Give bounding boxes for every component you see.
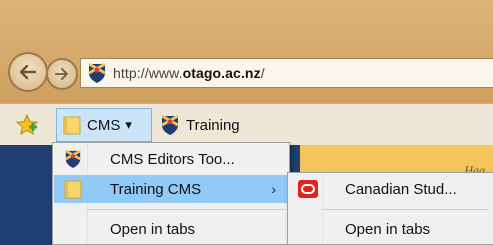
otago-crest-icon [161,114,179,135]
cms-folder-menu: CMS Editors Too... Training CMS › Open i… [52,142,290,245]
menu-item-label: CMS Editors Too... [110,150,235,168]
menu-item-label: Open in tabs [110,220,196,238]
browser-chrome: http://www.otago.ac.nz/ CMS ▾ Training [0,0,493,148]
oracle-logo-icon [297,178,319,200]
menu-separator [322,209,489,210]
folder-icon [62,178,84,200]
url-text: http://www.otago.ac.nz/ [113,65,265,81]
forward-button[interactable] [46,58,78,90]
folder-icon [63,116,81,135]
back-arrow-icon [19,64,37,80]
menu-item-canadian-studies[interactable]: Canadian Stud... [289,175,492,203]
training-cms-submenu: Canadian Stud... Open in tabs [287,172,493,245]
favorites-link-training[interactable]: Training [160,108,240,142]
menu-item-open-in-tabs[interactable]: Open in tabs [54,215,288,243]
menu-item-open-in-tabs[interactable]: Open in tabs [289,215,492,243]
otago-crest-icon [88,62,106,83]
forward-arrow-icon [55,68,68,80]
submenu-arrow-icon: › [271,181,276,197]
favorites-cms-label: CMS [87,116,121,134]
menu-item-label: Canadian Stud... [345,180,457,198]
menu-item-label: Training CMS [110,180,202,198]
favorites-training-label: Training [186,116,240,134]
favorites-star-icon[interactable] [14,112,40,138]
favorites-folder-cms[interactable]: CMS ▾ [56,108,152,142]
favorites-bar: CMS ▾ Training [0,103,493,145]
navigation-row: http://www.otago.ac.nz/ [0,48,493,100]
chevron-down-icon: ▾ [125,117,132,132]
menu-separator [87,209,285,210]
menu-item-training-cms[interactable]: Training CMS › [54,175,288,203]
menu-item-label: Open in tabs [345,220,431,238]
otago-crest-icon [62,148,84,170]
back-button[interactable] [8,52,48,92]
menu-item-cms-editors-tools[interactable]: CMS Editors Too... [54,145,288,173]
address-bar[interactable]: http://www.otago.ac.nz/ [80,58,493,88]
